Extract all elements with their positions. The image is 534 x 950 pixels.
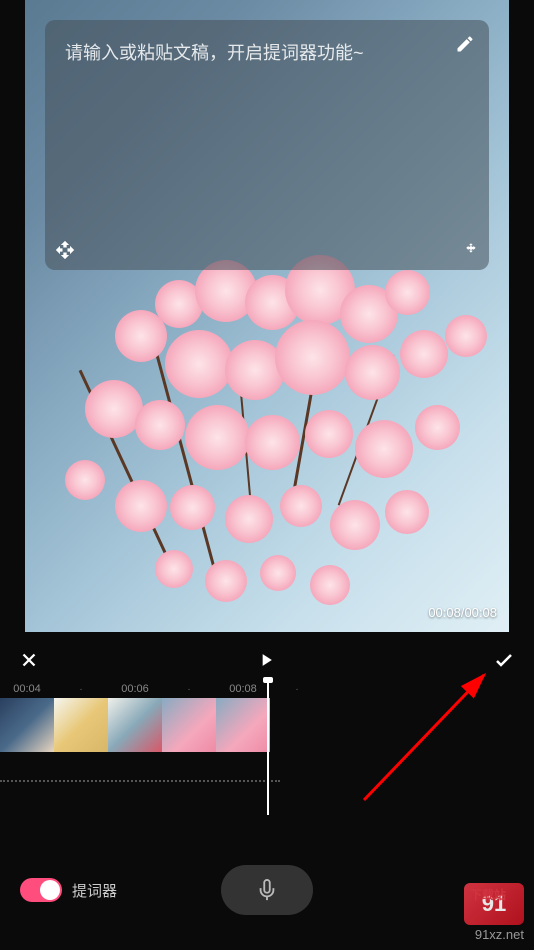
watermark: 下载站 91 91xz.net [464,883,524,942]
playhead[interactable] [267,680,269,815]
confirm-button[interactable] [492,648,516,672]
toggle-label: 提词器 [72,880,117,901]
edit-icon[interactable] [455,34,475,54]
watermark-logo: 下载站 91 [464,883,524,925]
teleprompter-panel[interactable]: 请输入或粘贴文稿，开启提词器功能~ [45,20,489,270]
clip-thumbnail[interactable] [108,698,162,752]
tick-label: 00:08 [216,683,270,695]
tick-label: 00:06 [108,683,162,695]
move-icon[interactable] [55,240,75,260]
tick-dot: · [270,684,324,695]
timeline[interactable]: 00:04 · 00:06 · 00:08 · [0,680,534,820]
teleprompter-placeholder: 请输入或粘贴文稿，开启提词器功能~ [65,40,469,67]
bottom-bar: 提词器 [0,860,534,920]
watermark-url: 91xz.net [475,927,524,942]
clip-thumbnail[interactable] [216,698,270,752]
video-preview: 请输入或粘贴文稿，开启提词器功能~ 00:08/00:08 [25,0,509,632]
controls-bar [0,640,534,680]
clip-thumbnail[interactable] [0,698,54,752]
tick-dot: · [54,684,108,695]
teleprompter-toggle-wrapper: 提词器 [20,878,117,902]
close-button[interactable] [18,649,40,671]
record-button[interactable] [221,865,313,915]
teleprompter-toggle[interactable] [20,878,62,902]
resize-icon[interactable] [463,240,479,260]
clip-thumbnail[interactable] [162,698,216,752]
tick-label: 00:04 [0,683,54,695]
time-display: 00:08/00:08 [428,605,497,620]
audio-track[interactable] [0,780,280,784]
tick-dot: · [162,684,216,695]
clip-thumbnail[interactable] [54,698,108,752]
play-button[interactable] [256,650,276,670]
